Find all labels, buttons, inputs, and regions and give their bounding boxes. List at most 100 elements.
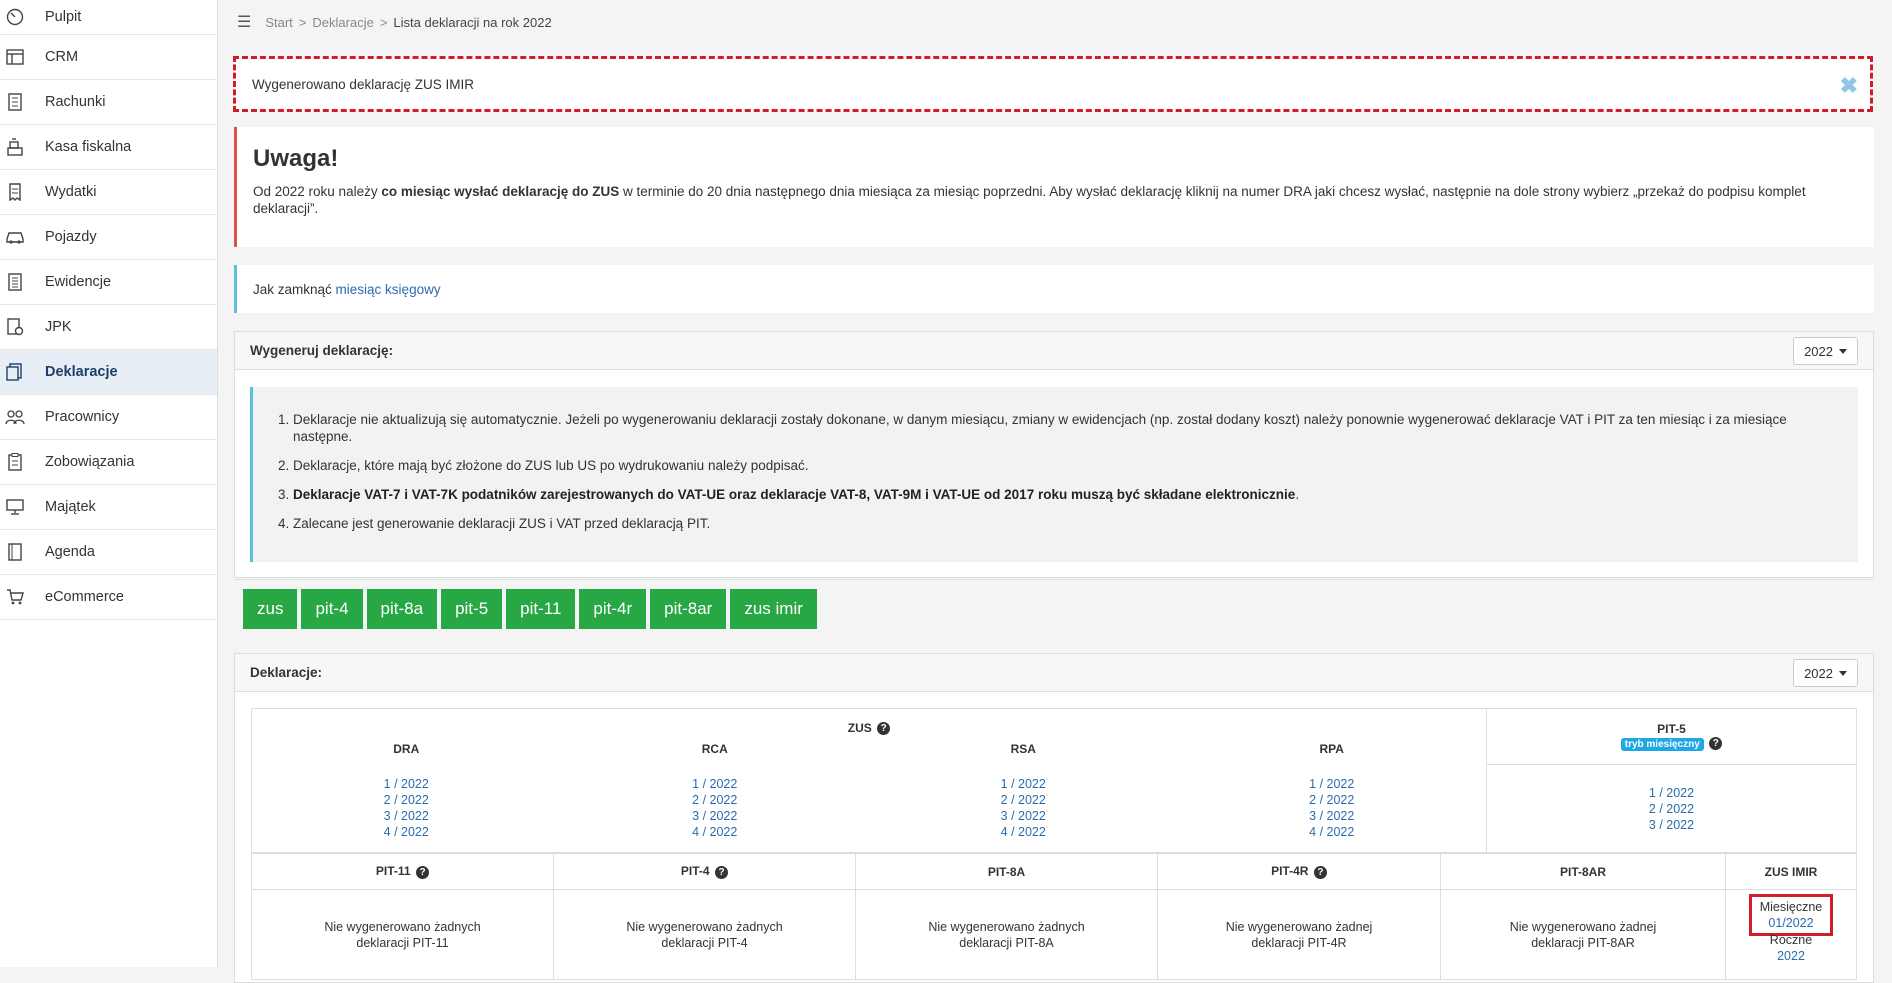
breadcrumb-start[interactable]: Start <box>265 15 292 30</box>
pit8ar-header: PIT-8AR <box>1440 853 1726 890</box>
close-month-link[interactable]: miesiąc księgowy <box>336 282 441 297</box>
sidebar-item-label: Ewidencje <box>45 274 112 290</box>
rsa-link[interactable]: 1 / 2022 <box>1001 777 1046 791</box>
declarations-body: ZUS ? DRA RCA RSA RPA PIT-5 tryb miesięc… <box>235 692 1873 980</box>
imir-monthly-link[interactable]: 01/2022 <box>1768 916 1813 930</box>
pit11-header: PIT-11 ? <box>251 853 554 890</box>
sidebar-item-label: Deklaracje <box>45 364 118 380</box>
sidebar-item-zobowiazania[interactable]: Zobowiązania <box>0 440 217 485</box>
rsa-link[interactable]: 4 / 2022 <box>1001 825 1046 839</box>
generate-zus-imir-button[interactable]: zus imir <box>730 589 817 629</box>
sidebar-item-deklaracje[interactable]: Deklaracje <box>0 350 217 395</box>
sidebar-item-rachunki[interactable]: Rachunki <box>0 80 217 125</box>
rpa-link[interactable]: 1 / 2022 <box>1309 777 1354 791</box>
pit5-link[interactable]: 1 / 2022 <box>1649 786 1694 800</box>
declarations-icon <box>4 361 26 383</box>
close-icon[interactable]: ✖ <box>1840 73 1858 99</box>
sidebar: Pulpit CRM Rachunki Kasa fiskalna Wydatk… <box>0 0 218 967</box>
pit5-label: PIT-5 <box>1657 722 1686 736</box>
warning-title: Uwaga! <box>253 145 339 172</box>
rsa-link[interactable]: 3 / 2022 <box>1001 809 1046 823</box>
dra-link[interactable]: 3 / 2022 <box>384 809 429 823</box>
rpa-link[interactable]: 4 / 2022 <box>1309 825 1354 839</box>
help-icon[interactable]: ? <box>877 722 891 736</box>
generate-year-dropdown[interactable]: 2022 <box>1793 337 1858 365</box>
caret-down-icon <box>1839 670 1847 676</box>
sidebar-item-wydatki[interactable]: Wydatki <box>0 170 217 215</box>
dra-link[interactable]: 4 / 2022 <box>384 825 429 839</box>
generate-panel-header: Wygeneruj deklarację: 2022 <box>235 332 1873 370</box>
info-box: Jak zamknąć miesiąc księgowy <box>234 265 1874 313</box>
pit8a-empty: Nie wygenerowano żadnych deklaracji PIT-… <box>855 889 1158 980</box>
breadcrumb: ☰ Start > Deklaracje > Lista deklaracji … <box>237 12 552 32</box>
dra-links: 1 / 2022 2 / 2022 3 / 2022 4 / 2022 <box>252 776 561 840</box>
caret-down-icon <box>1839 348 1847 354</box>
breadcrumb-separator: > <box>379 14 388 30</box>
generate-pit-8a-button[interactable]: pit-8a <box>366 589 438 629</box>
note-item: Deklaracje, które mają być złożone do ZU… <box>293 457 1828 474</box>
sidebar-item-pulpit[interactable]: Pulpit <box>0 0 217 35</box>
dra-link[interactable]: 1 / 2022 <box>384 777 429 791</box>
pit4-header: PIT-4 ? <box>553 853 856 890</box>
help-icon[interactable]: ? <box>1313 865 1327 879</box>
pit4r-header: PIT-4R ? <box>1157 853 1441 890</box>
agenda-icon <box>4 541 26 563</box>
pit5-link[interactable]: 3 / 2022 <box>1649 818 1694 832</box>
sidebar-item-label: Rachunki <box>45 94 106 110</box>
sidebar-item-ewidencje[interactable]: Ewidencje <box>0 260 217 305</box>
help-icon[interactable]: ? <box>715 865 729 879</box>
jpk-file-icon <box>4 316 26 338</box>
sidebar-item-majatek[interactable]: Majątek <box>0 485 217 530</box>
rpa-link[interactable]: 3 / 2022 <box>1309 809 1354 823</box>
gauge-icon <box>4 6 26 28</box>
zus-header-cell: ZUS ? DRA RCA RSA RPA <box>251 708 1487 765</box>
register-book-icon <box>4 271 26 293</box>
rca-link[interactable]: 3 / 2022 <box>692 809 737 823</box>
rca-link[interactable]: 4 / 2022 <box>692 825 737 839</box>
sidebar-item-pracownicy[interactable]: Pracownicy <box>0 395 217 440</box>
rpa-links: 1 / 2022 2 / 2022 3 / 2022 4 / 2022 <box>1178 776 1487 840</box>
generate-zus-button[interactable]: zus <box>243 589 298 629</box>
rpa-link[interactable]: 2 / 2022 <box>1309 793 1354 807</box>
declarations-panel-header: Deklaracje: 2022 <box>235 654 1873 692</box>
breadcrumb-deklaracje[interactable]: Deklaracje <box>312 15 373 30</box>
sidebar-item-crm[interactable]: CRM <box>0 35 217 80</box>
note-item: Zalecane jest generowanie deklaracji ZUS… <box>293 515 1828 532</box>
expenses-icon <box>4 181 26 203</box>
imir-yearly-label: Roczne <box>1769 933 1813 947</box>
sidebar-item-label: JPK <box>45 319 72 335</box>
declarations-year-value: 2022 <box>1804 665 1833 681</box>
col-rpa: RPA <box>1319 741 1344 756</box>
sidebar-item-agenda[interactable]: Agenda <box>0 530 217 575</box>
imir-yearly-link[interactable]: 2022 <box>1777 949 1805 963</box>
breadcrumb-separator: > <box>298 14 307 30</box>
sidebar-item-jpk[interactable]: JPK <box>0 305 217 350</box>
sidebar-item-pojazdy[interactable]: Pojazdy <box>0 215 217 260</box>
sidebar-item-kasa-fiskalna[interactable]: Kasa fiskalna <box>0 125 217 170</box>
monthly-mode-badge: tryb miesięczny <box>1620 738 1704 751</box>
generate-notes: Deklaracje nie aktualizują się automatyc… <box>250 387 1858 562</box>
rca-links: 1 / 2022 2 / 2022 3 / 2022 4 / 2022 <box>561 776 870 840</box>
warning-box: Uwaga! Od 2022 roku należy co miesiąc wy… <box>234 127 1874 247</box>
zus-imir-header: ZUS IMIR <box>1725 853 1857 890</box>
rsa-link[interactable]: 2 / 2022 <box>1001 793 1046 807</box>
generate-pit-4-button[interactable]: pit-4 <box>301 589 363 629</box>
sidebar-item-ecommerce[interactable]: eCommerce <box>0 575 217 620</box>
help-icon[interactable]: ? <box>1709 737 1723 751</box>
generate-pit-4r-button[interactable]: pit-4r <box>579 589 647 629</box>
dra-link[interactable]: 2 / 2022 <box>384 793 429 807</box>
rca-link[interactable]: 1 / 2022 <box>692 777 737 791</box>
declarations-year-dropdown[interactable]: 2022 <box>1793 659 1858 687</box>
crm-window-icon <box>4 46 26 68</box>
generate-pit-8ar-button[interactable]: pit-8ar <box>650 589 727 629</box>
cash-register-icon <box>4 136 26 158</box>
main-content: ☰ Start > Deklaracje > Lista deklaracji … <box>219 0 1892 983</box>
monitor-icon <box>4 496 26 518</box>
rca-link[interactable]: 2 / 2022 <box>692 793 737 807</box>
generate-pit-5-button[interactable]: pit-5 <box>441 589 503 629</box>
pit5-link[interactable]: 2 / 2022 <box>1649 802 1694 816</box>
obligations-icon <box>4 451 26 473</box>
generate-pit-11-button[interactable]: pit-11 <box>506 589 576 629</box>
help-icon[interactable]: ? <box>416 865 430 879</box>
hamburger-menu-icon[interactable]: ☰ <box>237 12 251 32</box>
